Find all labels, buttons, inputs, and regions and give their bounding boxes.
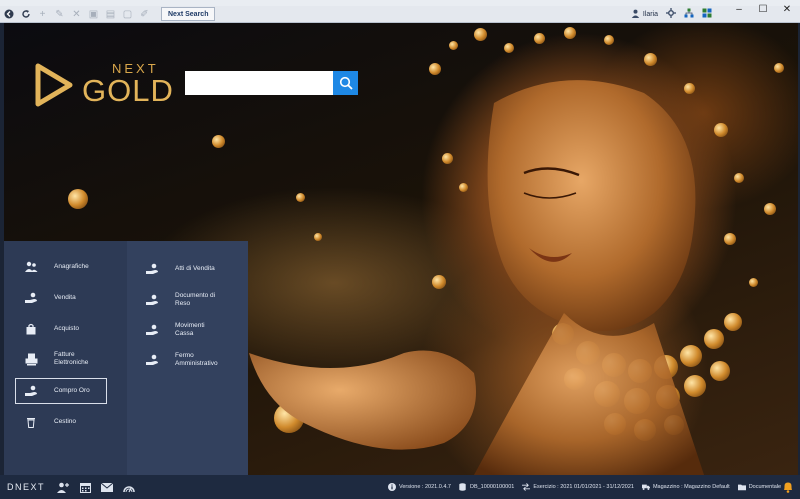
refresh-icon[interactable]: [17, 7, 34, 22]
truck-icon: [641, 483, 650, 491]
esercizio-indicator[interactable]: Esercizio : 2021 01/01/2021 - 31/12/2021: [522, 483, 634, 491]
main-menu-panel: Anagrafiche Vendita Acquisto Fatture Ele…: [4, 241, 248, 475]
menu-item-cestino[interactable]: Cestino: [24, 416, 114, 428]
menu-item-fatture-elettroniche[interactable]: Fatture Elettroniche: [24, 351, 114, 367]
toolbar-right: Ilaria: [631, 6, 712, 22]
menu-item-fermo-amministrativo[interactable]: Fermo Amministrativo: [145, 352, 235, 368]
add-contact-icon[interactable]: [57, 481, 69, 493]
hand-coin-icon: [145, 263, 159, 275]
gauge-icon[interactable]: [123, 481, 135, 493]
save-icon[interactable]: ▣: [85, 7, 102, 22]
brand-gold-text: GOLD: [82, 73, 174, 108]
version-label: Versione : 2021.0.4.7: [399, 484, 451, 490]
menu-item-compro-oro[interactable]: Compro Oro: [15, 378, 107, 404]
folder-icon: [737, 483, 746, 491]
documentale-label: Documentale: [748, 484, 782, 490]
status-shortcuts: [57, 481, 135, 493]
search-input[interactable]: [185, 71, 333, 95]
gold-buy-icon: [25, 385, 38, 397]
menu-item-atti-di-vendita[interactable]: Atti di Vendita: [145, 263, 235, 275]
mail-icon[interactable]: [101, 481, 113, 493]
user-name: Ilaria: [642, 10, 658, 18]
database-icon: [459, 483, 467, 491]
people-icon: [24, 261, 38, 273]
status-bar: DNEXT Versione : 2021.0.4.7 DB_100001000…: [0, 475, 800, 499]
add-icon[interactable]: +: [34, 7, 51, 22]
network-icon[interactable]: [684, 8, 694, 20]
status-info: Versione : 2021.0.4.7 DB_10000100001 Ese…: [388, 475, 781, 499]
swap-icon: [522, 483, 531, 491]
save-copy-icon[interactable]: ▤: [102, 7, 119, 22]
app-window: – ☐ ✕ + ✎ ✕ ▣ ▤ ▢ ✐ Next Search Ilaria N…: [0, 0, 800, 499]
menu-item-movimenti-cassa[interactable]: Movimenti Cassa: [145, 322, 235, 338]
search-button[interactable]: [333, 71, 358, 95]
trash-icon: [24, 416, 38, 428]
esercizio-label: Esercizio : 2021 01/01/2021 - 31/12/2021: [533, 484, 634, 490]
database-label: DB_10000100001: [469, 484, 515, 490]
menu-item-label: Compro Oro: [54, 387, 90, 394]
hand-coin-icon: [145, 324, 159, 336]
close-button[interactable]: ✕: [780, 5, 794, 15]
tab-next-search[interactable]: Next Search: [161, 7, 216, 21]
menu-item-label: Documento di Reso: [175, 292, 216, 307]
hand-coin-icon: [24, 292, 38, 304]
menu-left-column: Anagrafiche Vendita Acquisto Fatture Ele…: [4, 241, 127, 475]
bag-icon: [24, 323, 38, 335]
apps-grid-icon[interactable]: [702, 8, 712, 20]
search-icon: [339, 76, 353, 90]
hand-coin-icon: [145, 354, 159, 366]
user-menu[interactable]: Ilaria: [631, 9, 658, 20]
pen-icon[interactable]: ✐: [136, 7, 153, 22]
magazzino-label: Magazzino : Magazzino Default: [652, 484, 730, 490]
info-icon: [388, 483, 396, 491]
menu-item-vendita[interactable]: Vendita: [24, 292, 114, 304]
version-indicator: Versione : 2021.0.4.7: [388, 483, 451, 491]
menu-item-documento-di-reso[interactable]: Documento di Reso: [145, 292, 235, 308]
maximize-button[interactable]: ☐: [756, 5, 770, 15]
menu-item-label: Atti di Vendita: [175, 265, 215, 272]
menu-item-acquisto[interactable]: Acquisto: [24, 323, 114, 335]
menu-item-label: Fatture Elettroniche: [54, 351, 89, 366]
menu-item-label: Cestino: [54, 418, 77, 425]
menu-item-anagrafiche[interactable]: Anagrafiche: [24, 261, 114, 273]
menu-item-label: Acquisto: [54, 325, 79, 332]
nextgold-logo: NEXT GOLD: [32, 61, 182, 111]
delete-icon[interactable]: ✕: [68, 7, 85, 22]
back-icon[interactable]: [0, 7, 17, 22]
window-controls: – ☐ ✕: [732, 0, 794, 20]
print-icon[interactable]: ▢: [119, 7, 136, 22]
bell-icon[interactable]: [782, 481, 794, 493]
documentale-indicator[interactable]: Documentale: [737, 483, 782, 491]
user-icon: [631, 9, 640, 20]
magazzino-indicator[interactable]: Magazzino : Magazzino Default: [641, 483, 730, 491]
menu-item-label: Anagrafiche: [54, 263, 89, 270]
invoice-printer-icon: [24, 353, 38, 365]
settings-icon[interactable]: [666, 8, 676, 20]
edit-icon[interactable]: ✎: [51, 7, 68, 22]
minimize-button[interactable]: –: [732, 5, 746, 15]
menu-item-label: Fermo Amministrativo: [175, 352, 218, 367]
database-indicator: DB_10000100001: [459, 483, 514, 491]
calendar-icon[interactable]: [79, 481, 91, 493]
menu-item-label: Movimenti Cassa: [175, 322, 205, 337]
dnext-logo: DNEXT: [7, 482, 46, 492]
menu-right-column: Atti di Vendita Documento di Reso Movime…: [127, 241, 248, 475]
menu-item-label: Vendita: [54, 294, 76, 301]
hand-coin-icon: [145, 294, 159, 306]
play-logo-icon: [35, 63, 73, 107]
